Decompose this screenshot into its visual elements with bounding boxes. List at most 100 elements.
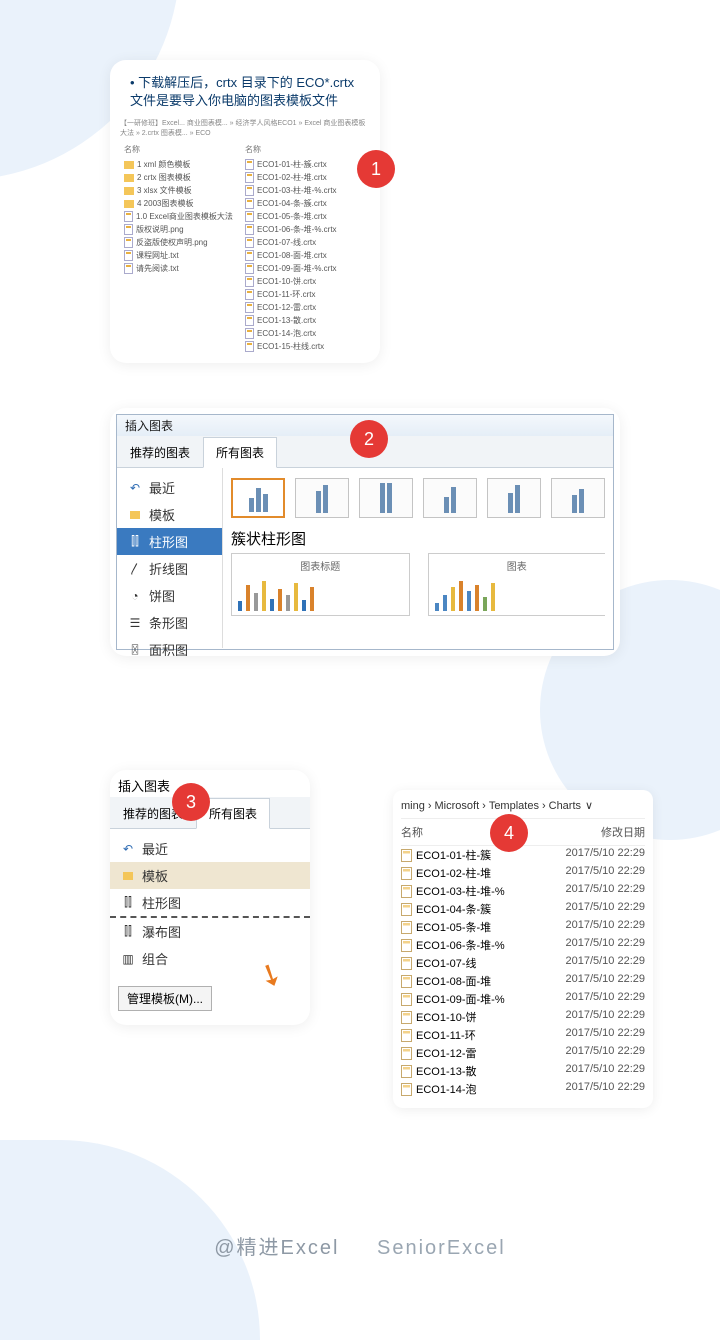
table-row[interactable]: ECO1-03-柱-堆-%2017/5/10 22:29 bbox=[401, 882, 645, 900]
list-item[interactable]: ECO1-15-柱线.crtx bbox=[245, 340, 370, 353]
cat-label: 面积图 bbox=[149, 640, 188, 656]
file-icon bbox=[245, 211, 254, 222]
template-file-icon bbox=[401, 1047, 412, 1060]
breadcrumb: 【一研修班】Excel... 商业图表模... » 经济学人风格ECO1 » E… bbox=[120, 118, 370, 138]
tab-all-charts[interactable]: 所有图表 bbox=[203, 437, 277, 468]
list-item[interactable]: 请先阅读.txt bbox=[124, 262, 245, 275]
cat-template[interactable]: 模板 bbox=[110, 862, 310, 889]
list-item[interactable]: 课程网址.txt bbox=[124, 249, 245, 262]
list-item[interactable]: ECO1-08-面-堆.crtx bbox=[245, 249, 370, 262]
list-item[interactable]: ECO1-11-环.crtx bbox=[245, 288, 370, 301]
file-icon bbox=[245, 237, 254, 248]
list-item[interactable]: ECO1-14-泡.crtx bbox=[245, 327, 370, 340]
table-row[interactable]: ECO1-06-条-堆-%2017/5/10 22:29 bbox=[401, 936, 645, 954]
list-item[interactable]: 1 xml 颜色模板 bbox=[124, 158, 245, 171]
file-icon bbox=[245, 315, 254, 326]
cat-template[interactable]: 模板 bbox=[117, 501, 222, 528]
list-item[interactable]: ECO1-05-条-堆.crtx bbox=[245, 210, 370, 223]
table-row[interactable]: ECO1-12-雷2017/5/10 22:29 bbox=[401, 1044, 645, 1062]
subtype-3d-column[interactable] bbox=[551, 478, 605, 518]
table-row[interactable]: ECO1-05-条-堆2017/5/10 22:29 bbox=[401, 918, 645, 936]
cat-pie[interactable]: ◔饼图 bbox=[117, 582, 222, 609]
template-file-icon bbox=[401, 1083, 412, 1096]
cat-column[interactable]: ⫿⫿柱形图 bbox=[117, 528, 222, 555]
cat-bar[interactable]: ☰条形图 bbox=[117, 609, 222, 636]
subtype-stacked[interactable] bbox=[295, 478, 349, 518]
subtype-3d-stacked[interactable] bbox=[487, 478, 541, 518]
explorer-breadcrumb[interactable]: ming›Microsoft›Templates›Charts∨ bbox=[401, 796, 645, 819]
table-row[interactable]: ECO1-10-饼2017/5/10 22:29 bbox=[401, 1008, 645, 1026]
folder-icon bbox=[124, 187, 134, 195]
chart-category-list: ↶最近 模板 ⫿⫿柱形图 〳折线图 ◔饼图 ☰条形图 〿面积图 bbox=[117, 468, 223, 648]
folder-icon bbox=[124, 174, 134, 182]
list-item[interactable]: ECO1-04-条-簇.crtx bbox=[245, 197, 370, 210]
panel-step3: 插入图表 推荐的图表 所有图表 ↶最近 模板 ⫿⫿柱形图 ⫿⫿瀑布图 ▥组合 管… bbox=[110, 770, 310, 1025]
subtype-stacked-pct[interactable] bbox=[359, 478, 413, 518]
list-item[interactable]: ECO1-06-条-堆-%.crtx bbox=[245, 223, 370, 236]
list-item[interactable]: ECO1-10-饼.crtx bbox=[245, 275, 370, 288]
sample-chart-1[interactable]: 图表标题 bbox=[231, 553, 410, 616]
list-item[interactable]: 4 2003图表模板 bbox=[124, 197, 245, 210]
table-row[interactable]: ECO1-13-散2017/5/10 22:29 bbox=[401, 1062, 645, 1080]
list-item[interactable]: 3 xlsx 文件模板 bbox=[124, 184, 245, 197]
folder-list-left: 1 xml 颜色模板2 crtx 图表模板3 xlsx 文件模板4 2003图表… bbox=[124, 158, 245, 275]
cat-line[interactable]: 〳折线图 bbox=[117, 555, 222, 582]
list-item[interactable]: ECO1-02-柱-堆.crtx bbox=[245, 171, 370, 184]
file-icon bbox=[245, 276, 254, 287]
file-icon bbox=[245, 341, 254, 352]
template-file-icon bbox=[401, 1029, 412, 1042]
cat-label: 折线图 bbox=[149, 559, 188, 578]
cat-recent[interactable]: ↶最近 bbox=[110, 835, 310, 862]
cat-label: 条形图 bbox=[149, 613, 188, 632]
preview-chart-name: 簇状柱形图 bbox=[231, 528, 605, 549]
list-item[interactable]: ECO1-12-雷.crtx bbox=[245, 301, 370, 314]
table-row[interactable]: ECO1-14-泡2017/5/10 22:29 bbox=[401, 1080, 645, 1098]
cat-recent[interactable]: ↶最近 bbox=[117, 474, 222, 501]
list-item[interactable]: ECO1-07-线.crtx bbox=[245, 236, 370, 249]
step-badge-4: 4 bbox=[490, 814, 528, 852]
list-item[interactable]: 反盗版使权声明.png bbox=[124, 236, 245, 249]
chevron-down-icon[interactable]: ∨ bbox=[585, 800, 593, 812]
subtype-3d-clustered[interactable] bbox=[423, 478, 477, 518]
cat-column[interactable]: ⫿⫿柱形图 bbox=[110, 889, 310, 918]
table-row[interactable]: ECO1-04-条-簇2017/5/10 22:29 bbox=[401, 900, 645, 918]
table-row[interactable]: ECO1-02-柱-堆2017/5/10 22:29 bbox=[401, 864, 645, 882]
table-row[interactable]: ECO1-11-环2017/5/10 22:29 bbox=[401, 1026, 645, 1044]
file-icon bbox=[245, 328, 254, 339]
list-item[interactable]: ECO1-13-散.crtx bbox=[245, 314, 370, 327]
chart-preview: 簇状柱形图 图表标题 图表 bbox=[223, 468, 613, 648]
cat-area[interactable]: 〿面积图 bbox=[117, 636, 222, 656]
cat-label: 最近 bbox=[149, 478, 175, 497]
sample-title: 图表 bbox=[435, 558, 600, 573]
list-item[interactable]: 2 crtx 图表模板 bbox=[124, 171, 245, 184]
table-row[interactable]: ECO1-01-柱-簇2017/5/10 22:29 bbox=[401, 846, 645, 864]
dialog-title: 插入图表 bbox=[110, 770, 310, 797]
file-icon bbox=[245, 263, 254, 274]
template-file-icon bbox=[401, 1011, 412, 1024]
subtype-clustered[interactable] bbox=[231, 478, 285, 518]
explorer-rows: ECO1-01-柱-簇2017/5/10 22:29ECO1-02-柱-堆201… bbox=[401, 846, 645, 1098]
table-row[interactable]: ECO1-09-面-堆-%2017/5/10 22:29 bbox=[401, 990, 645, 1008]
list-item[interactable]: ECO1-01-柱-簇.crtx bbox=[245, 158, 370, 171]
list-item[interactable]: ECO1-09-面-堆-%.crtx bbox=[245, 262, 370, 275]
list-item[interactable]: ECO1-03-柱-堆-%.crtx bbox=[245, 184, 370, 197]
cat-label: 模板 bbox=[149, 505, 175, 524]
list-item[interactable]: 1.0 Excel商业图表模板大法 bbox=[124, 210, 245, 223]
tab-recommended[interactable]: 推荐的图表 bbox=[117, 437, 203, 468]
step-badge-3: 3 bbox=[172, 783, 210, 821]
file-icon bbox=[124, 250, 133, 261]
col-date[interactable]: 修改日期 bbox=[543, 824, 645, 840]
list-item[interactable]: 版权说明.png bbox=[124, 223, 245, 236]
template-file-icon bbox=[401, 975, 412, 988]
sample-chart-2[interactable]: 图表 bbox=[428, 553, 606, 616]
file-icon bbox=[245, 198, 254, 209]
sample-title: 图表标题 bbox=[238, 558, 403, 573]
table-row[interactable]: ECO1-08-面-堆2017/5/10 22:29 bbox=[401, 972, 645, 990]
cat-waterfall[interactable]: ⫿⫿瀑布图 bbox=[110, 918, 310, 945]
template-file-icon bbox=[401, 1065, 412, 1078]
footer-en: SeniorExcel bbox=[377, 1237, 506, 1259]
table-row[interactable]: ECO1-07-线2017/5/10 22:29 bbox=[401, 954, 645, 972]
manage-templates-button[interactable]: 管理模板(M)... bbox=[118, 986, 212, 1011]
intro-bullet: 下载解压后，crtx 目录下的 ECO*.crtx 文件是要导入你电脑的图表模板… bbox=[120, 74, 370, 110]
cat-label: 最近 bbox=[142, 839, 168, 858]
